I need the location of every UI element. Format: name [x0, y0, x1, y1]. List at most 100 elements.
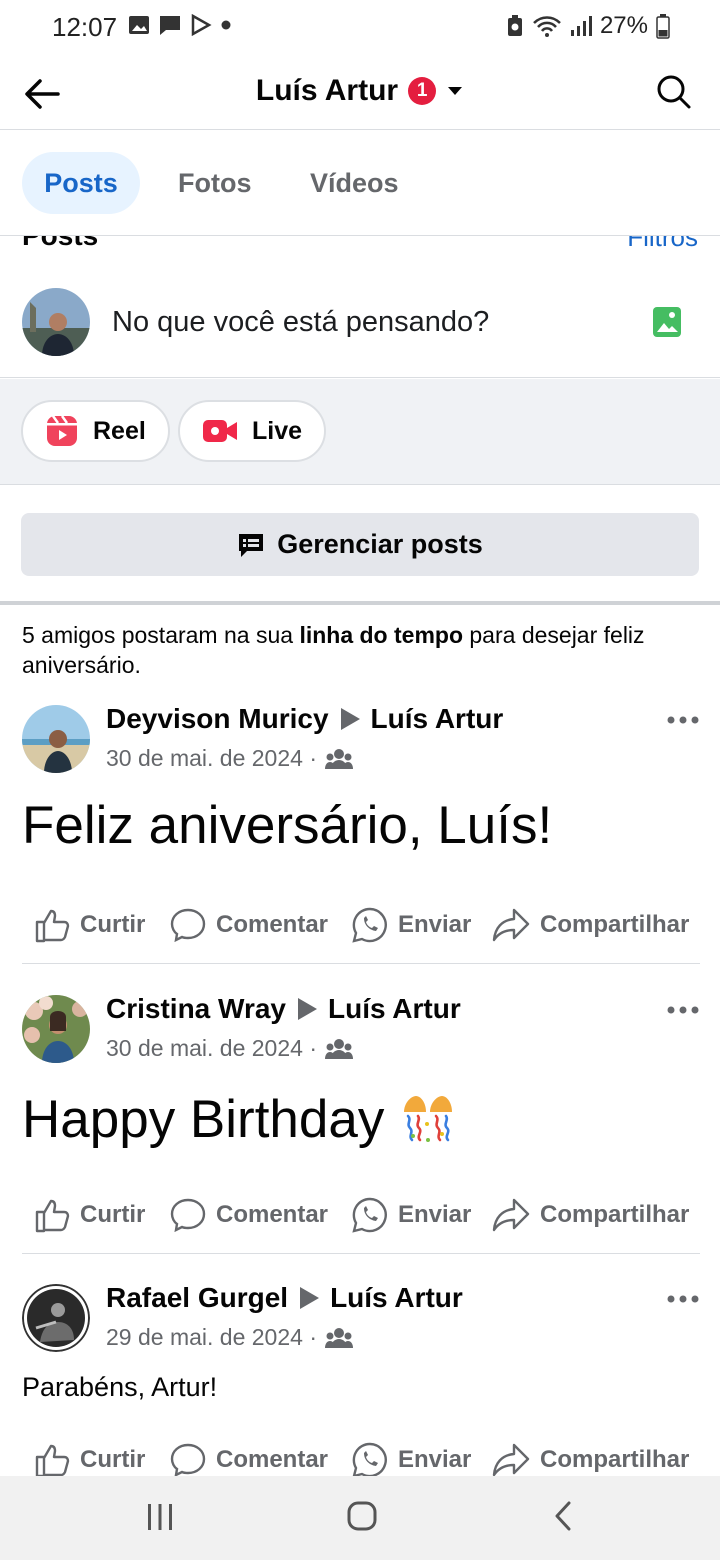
search-icon[interactable] — [656, 74, 692, 110]
quick-actions: Reel Live — [0, 379, 720, 485]
back-icon[interactable] — [552, 1500, 574, 1532]
reel-label: Reel — [93, 416, 146, 445]
gallery-icon — [129, 16, 149, 34]
tab-videos[interactable]: Vídeos — [288, 152, 421, 214]
share-icon — [492, 908, 530, 942]
more-options-icon[interactable] — [666, 715, 700, 725]
composer-prompt[interactable]: No que você está pensando? — [112, 306, 489, 339]
friends-icon — [324, 1327, 353, 1348]
like-icon — [35, 1199, 70, 1233]
status-time: 12:07 — [52, 12, 118, 42]
share-icon — [492, 1198, 530, 1232]
post-divider — [22, 963, 700, 964]
avatar[interactable] — [22, 995, 90, 1063]
target-name[interactable]: Luís Artur — [371, 703, 504, 735]
target-name[interactable]: Luís Artur — [330, 1284, 463, 1314]
photo-icon[interactable] — [652, 306, 682, 338]
tab-fotos[interactable]: Fotos — [156, 152, 274, 214]
top-navigation: Luís Artur 1 — [0, 54, 720, 130]
post-header: Deyvison Muricy Luís Artur — [106, 703, 503, 735]
battery-percent: 27% — [599, 12, 648, 39]
post-text-content: Happy Birthday — [22, 1090, 385, 1149]
more-options-icon[interactable] — [666, 1005, 700, 1015]
share-button[interactable]: Compartilhar — [492, 895, 689, 955]
reel-button[interactable]: Reel — [21, 400, 170, 462]
share-label: Compartilhar — [540, 1201, 690, 1228]
post-meta: 30 de mai. de 2024 · — [106, 745, 353, 772]
comment-button[interactable]: Comentar — [170, 895, 328, 955]
send-button[interactable]: Enviar — [352, 895, 471, 955]
target-name[interactable]: Luís Artur — [328, 993, 461, 1025]
battery-icon — [656, 14, 670, 39]
system-navigation-bar — [0, 1476, 720, 1560]
post-actions: Curtir Comentar Enviar Compartilhar — [0, 1430, 720, 1476]
post-text: Happy Birthday — [22, 1089, 458, 1150]
friends-icon — [324, 1038, 353, 1059]
notification-badge: 1 — [408, 77, 437, 105]
wifi-icon — [533, 16, 561, 37]
reel-icon — [47, 415, 77, 446]
like-button[interactable]: Curtir — [34, 895, 145, 955]
like-button[interactable]: Curtir — [34, 1430, 145, 1476]
like-icon — [35, 1444, 70, 1476]
arrow-right-icon — [340, 708, 360, 730]
comment-button[interactable]: Comentar — [170, 1430, 328, 1476]
whatsapp-icon — [352, 1442, 387, 1476]
post-date[interactable]: 29 de mai. de 2024 · — [106, 1324, 317, 1351]
live-label: Live — [252, 416, 303, 445]
like-button[interactable]: Curtir — [34, 1185, 145, 1245]
section-header: Posts Filtros — [0, 236, 720, 256]
birthday-notice: 5 amigos postaram na sua linha do tempo … — [22, 620, 702, 680]
manage-posts-label: Gerenciar posts — [277, 529, 483, 559]
home-icon[interactable] — [346, 1500, 378, 1532]
share-button[interactable]: Compartilhar — [492, 1185, 689, 1245]
share-label: Compartilhar — [540, 1446, 690, 1473]
post-meta: 30 de mai. de 2024 · — [106, 1035, 353, 1062]
arrow-right-icon — [300, 1287, 320, 1309]
profile-switcher[interactable]: Luís Artur 1 — [0, 74, 720, 108]
timeline-link[interactable]: linha do tempo — [299, 622, 463, 648]
status-bar: 12:07 27% — [0, 0, 720, 52]
comment-label: Comentar — [216, 911, 329, 938]
comment-icon — [170, 1198, 206, 1233]
friends-icon — [324, 748, 353, 769]
author-name[interactable]: Cristina Wray — [106, 993, 286, 1025]
post-text-content: Feliz aniversário, Luís! — [22, 796, 553, 855]
post-composer: No que você está pensando? — [0, 256, 720, 378]
post-date[interactable]: 30 de mai. de 2024 · — [106, 1035, 317, 1062]
post-meta: 29 de mai. de 2024 · — [106, 1324, 353, 1351]
avatar[interactable] — [22, 288, 90, 356]
comment-list-icon — [239, 533, 264, 557]
comment-button[interactable]: Comentar — [170, 1185, 328, 1245]
author-name[interactable]: Deyvison Muricy — [106, 703, 329, 735]
recent-apps-icon[interactable] — [146, 1502, 174, 1532]
comment-icon — [170, 1443, 206, 1476]
notification-icons — [128, 14, 232, 36]
post-date[interactable]: 30 de mai. de 2024 · — [106, 745, 317, 772]
whatsapp-icon — [352, 907, 387, 943]
filters-link[interactable]: Filtros — [627, 236, 698, 253]
avatar[interactable] — [22, 1284, 90, 1352]
arrow-right-icon — [298, 998, 317, 1020]
tab-posts[interactable]: Posts — [22, 152, 140, 214]
author-name[interactable]: Rafael Gurgel — [106, 1284, 288, 1314]
live-button[interactable]: Live — [178, 400, 327, 462]
send-button[interactable]: Enviar — [352, 1185, 471, 1245]
share-label: Compartilhar — [540, 911, 690, 938]
profile-tabs: Posts Fotos Vídeos — [0, 130, 720, 236]
message-icon — [160, 16, 180, 35]
avatar[interactable] — [22, 705, 90, 773]
post: Deyvison Muricy Luís Artur 30 de mai. de… — [0, 703, 720, 965]
more-options-icon[interactable] — [666, 1294, 700, 1304]
share-button[interactable]: Compartilhar — [492, 1430, 689, 1476]
play-store-icon — [191, 14, 212, 36]
like-label: Curtir — [80, 911, 146, 938]
post: Rafael Gurgel Luís Artur 29 de mai. de 2… — [0, 1284, 720, 1476]
whatsapp-icon — [352, 1197, 387, 1233]
live-video-icon — [203, 420, 237, 442]
manage-posts-button[interactable]: Gerenciar posts — [21, 513, 699, 576]
send-button[interactable]: Enviar — [352, 1430, 471, 1476]
chevron-down-icon — [448, 87, 463, 95]
profile-name: Luís Artur — [255, 74, 399, 107]
like-icon — [35, 909, 70, 943]
